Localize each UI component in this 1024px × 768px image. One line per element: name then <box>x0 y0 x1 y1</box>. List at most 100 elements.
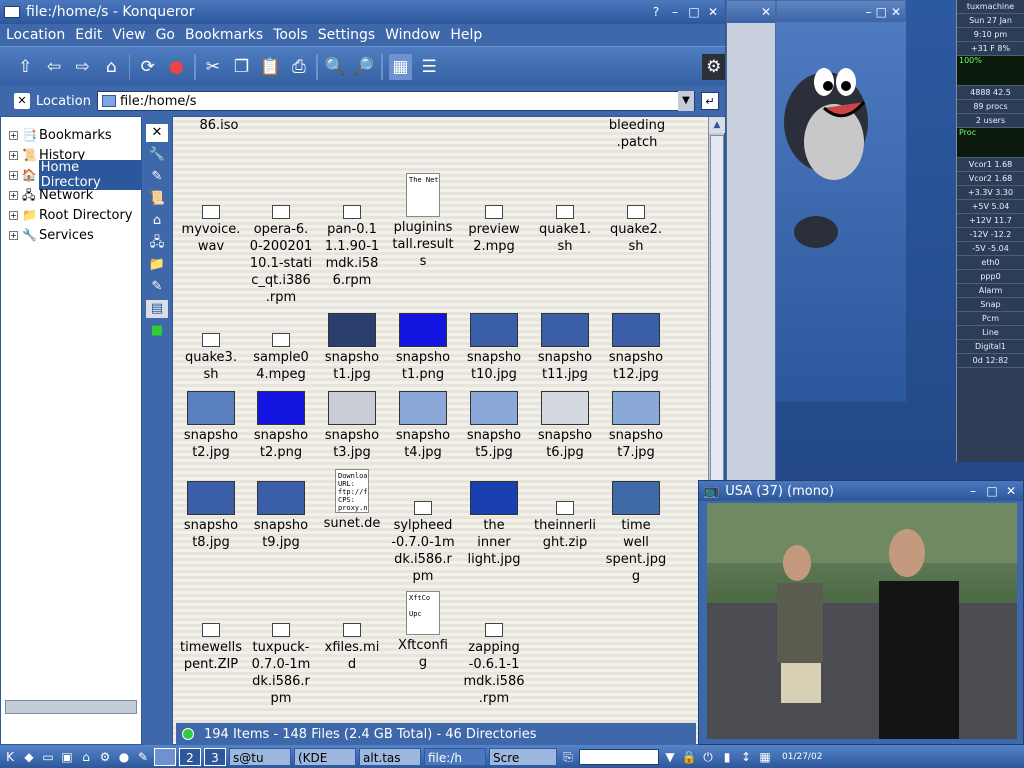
file-item[interactable]: snapsho t7.jpg <box>600 391 672 461</box>
file-item[interactable]: snapsho t5.jpg <box>458 391 530 461</box>
expand-icon[interactable]: + <box>9 130 18 140</box>
bookmark-icon[interactable]: ✎ <box>146 168 168 186</box>
file-item[interactable]: snapsho t1.jpg <box>316 313 388 383</box>
tree-item-home-directory[interactable]: + 🏠 Home Directory <box>1 160 141 190</box>
background-window-titlebar[interactable]: ✕ <box>727 1 775 23</box>
green-icon[interactable]: ■ <box>146 322 168 340</box>
expand-icon[interactable]: + <box>9 230 18 240</box>
file-item[interactable]: quake3. sh <box>175 333 247 383</box>
terminal-icon[interactable]: ▣ <box>59 749 75 765</box>
taskbar-command-input[interactable] <box>579 748 659 765</box>
file-item[interactable]: sylpheed -0.7.0-1m dk.i586.r pm <box>387 501 459 585</box>
task-button[interactable]: (KDE <box>294 747 356 766</box>
file-item[interactable]: bleeding .patch <box>601 117 673 151</box>
menu-view[interactable]: View <box>112 27 145 43</box>
cut-icon[interactable]: ✂ <box>202 54 225 80</box>
services-icon[interactable]: ✎ <box>146 278 168 296</box>
close-icon[interactable]: ✕ <box>761 5 771 19</box>
tree-item-root-directory[interactable]: + 📁 Root Directory <box>1 205 141 225</box>
expand-icon[interactable]: + <box>9 210 18 220</box>
menu-bookmarks[interactable]: Bookmarks <box>185 27 263 43</box>
tree-item-bookmarks[interactable]: + 📑 Bookmarks <box>1 125 141 145</box>
tv-titlebar[interactable]: 📺 USA (37) (mono) – □ ✕ <box>699 481 1023 501</box>
icon-view-icon[interactable]: ▦ <box>389 53 412 80</box>
maximize-icon[interactable]: □ <box>984 483 1000 499</box>
window-menu-icon[interactable] <box>4 6 20 18</box>
home-icon[interactable]: ⌂ <box>78 749 94 765</box>
menu-settings[interactable]: Settings <box>318 27 375 43</box>
maximize-icon[interactable]: □ <box>686 4 702 20</box>
close-panel-icon[interactable]: ✕ <box>146 124 168 142</box>
file-item[interactable]: snapsho t1.png <box>387 313 459 383</box>
gear-icon[interactable]: ⚙ <box>97 749 113 765</box>
file-item[interactable]: snapsho t10.jpg <box>458 313 530 383</box>
expand-icon[interactable]: + <box>9 150 18 160</box>
file-item[interactable]: snapsho t9.jpg <box>245 481 317 551</box>
maximize-icon[interactable]: □ <box>876 5 887 19</box>
close-icon[interactable]: ✕ <box>1003 483 1019 499</box>
menu-edit[interactable]: Edit <box>75 27 102 43</box>
close-icon[interactable]: ✕ <box>891 5 901 19</box>
file-item[interactable]: tuxpuck- 0.7.0-1m dk.i586.r pm <box>245 623 317 707</box>
kde-menu-icon[interactable]: K <box>2 749 18 765</box>
expand-icon[interactable]: + <box>9 190 18 200</box>
menu-tools[interactable]: Tools <box>273 27 308 43</box>
desktop-icon[interactable]: ▭ <box>40 749 56 765</box>
scroll-up-icon[interactable]: ▲ <box>709 117 725 133</box>
file-item[interactable]: snapsho t12.jpg <box>600 313 672 383</box>
zoom-in-icon[interactable]: 🔍 <box>324 54 347 80</box>
tree-view-icon[interactable]: ☰ <box>418 54 441 80</box>
desktop-1-button[interactable] <box>154 747 176 766</box>
copy-icon[interactable]: ❐ <box>230 54 253 80</box>
paste-icon[interactable]: 📋 <box>259 54 282 80</box>
print-icon[interactable]: ⎙ <box>288 54 311 80</box>
help-icon[interactable]: ? <box>648 4 664 20</box>
logout-icon[interactable]: ⏻ <box>700 749 716 765</box>
go-icon[interactable]: ↵ <box>700 92 719 110</box>
desktop-3-button[interactable]: 3 <box>204 747 226 766</box>
file-item[interactable]: Downloa URL: ftp://f CPS: proxy.n sunet.d… <box>316 469 388 532</box>
clipboard-icon[interactable]: ⎘ <box>560 749 576 765</box>
home-icon[interactable]: ⌂ <box>100 54 123 80</box>
globe-icon[interactable]: ● <box>116 749 132 765</box>
task-button[interactable]: s@tu <box>229 747 291 766</box>
file-item[interactable]: The Net pluginins tall.result s <box>387 173 459 270</box>
home-icon[interactable]: ⌂ <box>146 212 168 230</box>
chevron-down-icon[interactable]: ▼ <box>662 749 678 765</box>
background-window-2-titlebar[interactable]: – □ ✕ <box>777 1 905 23</box>
file-item[interactable]: snapsho t6.jpg <box>529 391 601 461</box>
file-item[interactable]: opera-6. 0-200201 10.1-stati c_qt.i386 .… <box>245 205 317 306</box>
history-icon[interactable]: 📜 <box>146 190 168 208</box>
zoom-out-icon[interactable]: 🔎 <box>353 54 376 80</box>
menu-help[interactable]: Help <box>450 27 482 43</box>
file-item[interactable]: myvoice. wav <box>175 205 247 255</box>
clear-location-icon[interactable]: ✕ <box>14 93 30 109</box>
sidebar-view-icon[interactable]: ▤ <box>146 300 168 318</box>
up-icon[interactable]: ⇧ <box>14 54 37 80</box>
forward-icon[interactable]: ⇨ <box>71 54 94 80</box>
close-icon[interactable]: ✕ <box>705 4 721 20</box>
file-item[interactable]: xfiles.mi d <box>316 623 388 673</box>
file-item[interactable]: 86.iso <box>183 117 255 134</box>
stop-icon[interactable]: ● <box>165 54 188 80</box>
task-button[interactable]: Scre <box>489 747 557 766</box>
folder-icon[interactable]: 📁 <box>146 256 168 274</box>
minimize-icon[interactable]: – <box>667 4 683 20</box>
file-item[interactable]: zapping -0.6.1-1 mdk.i586 .rpm <box>458 623 530 707</box>
menu-go[interactable]: Go <box>156 27 175 43</box>
file-item[interactable]: XftCo Upc Xftconfi g <box>387 591 459 671</box>
editor-icon[interactable]: ✎ <box>135 749 151 765</box>
minimize-icon[interactable]: – <box>965 483 981 499</box>
tools-icon[interactable]: 🔧 <box>146 146 168 164</box>
chevron-down-icon[interactable]: ▼ <box>677 91 694 111</box>
tree-item-services[interactable]: + 🔧 Services <box>1 225 141 245</box>
network-icon[interactable]: 🖧 <box>146 234 168 252</box>
file-item[interactable]: snapsho t11.jpg <box>529 313 601 383</box>
expand-icon[interactable]: + <box>9 170 18 180</box>
task-button[interactable]: file:/h <box>424 747 486 766</box>
lock-icon[interactable]: 🔒 <box>681 749 697 765</box>
desktop-2-button[interactable]: 2 <box>179 747 201 766</box>
back-icon[interactable]: ⇦ <box>43 54 66 80</box>
window-titlebar[interactable]: file:/home/s - Konqueror ? – □ ✕ <box>0 0 725 24</box>
file-item[interactable]: the inner light.jpg <box>458 481 530 568</box>
